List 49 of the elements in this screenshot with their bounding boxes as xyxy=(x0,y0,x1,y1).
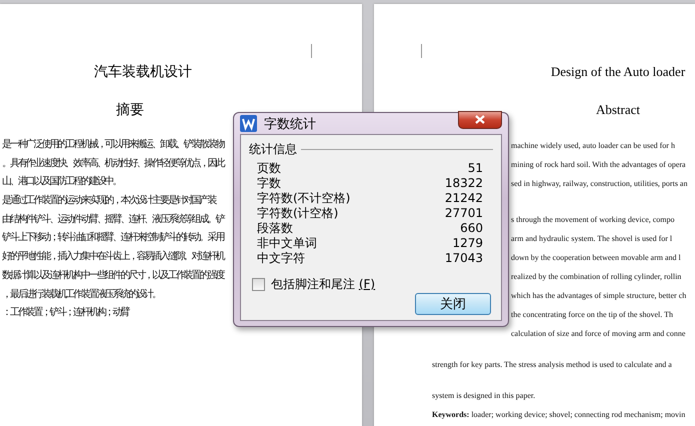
close-icon xyxy=(475,115,485,124)
body-text-line: sed in highway, railway, construction, utilities, ports an xyxy=(511,178,688,190)
body-text-line: arm and hydraulic system. The shovel is used for l xyxy=(511,233,672,245)
stat-label: 字数 xyxy=(257,176,281,190)
section-heading: Abstract xyxy=(596,102,640,118)
stat-value: 27701 xyxy=(444,206,483,220)
body-text-line: 数据计算以及连杆机构中一些组件的尺寸，以及工作装置的强度 xyxy=(2,268,224,283)
footnotes-checkbox[interactable] xyxy=(252,278,265,291)
stat-label: 页数 xyxy=(257,160,281,174)
stat-label: 非中文单词 xyxy=(257,236,317,250)
body-text-line: 由结构件铲斗、运动件动臂、摇臂、连杆、液压系统等组成。铲 xyxy=(2,212,224,227)
checkbox-label[interactable]: 包括脚注和尾注 (F) xyxy=(271,276,376,293)
stat-value: 660 xyxy=(460,220,483,234)
section-heading: 摘要 xyxy=(116,101,144,119)
body-text-line: ：工作装置；铲斗；连杆机构；动臂 xyxy=(2,306,128,320)
stat-label: 中文字符 xyxy=(257,250,305,264)
stat-value: 17043 xyxy=(444,250,483,264)
dialog-title: 字数统计 xyxy=(264,116,317,132)
stat-label: 段落数 xyxy=(257,220,293,234)
document-title: 汽车装载机设计 xyxy=(94,63,192,81)
body-text-line: which has the advantages of simple structure, better ch xyxy=(511,290,686,302)
stat-value: 51 xyxy=(468,160,483,174)
keywords-line: Keywords: loader; working device; shovel; connecting rod mechanism; movin xyxy=(432,409,686,421)
body-text-line: realized by the combination of rolling cylinder, rollin xyxy=(511,271,682,283)
body-text-line: 铲斗上下移动；转斗油缸和摇臂、连杆来控制铲斗的转动。采用 xyxy=(2,230,224,246)
body-text-line: calculation of size and force of moving arm and conne xyxy=(511,328,686,340)
body-text-line: system is designed in this paper. xyxy=(432,390,536,402)
body-text-line: 山、港口以及国防工程的建设中。 xyxy=(2,174,121,190)
close-button[interactable] xyxy=(458,110,502,128)
body-text-line: 是一种广泛使用的工程机械，可以用来搬运、卸载、铲装散装物 xyxy=(2,138,224,152)
stat-value: 18322 xyxy=(444,176,483,190)
document-title: Design of the Auto loader xyxy=(550,64,686,80)
stat-label: 字符数(计空格) xyxy=(257,206,338,220)
body-text-line: machine widely used, auto loader can be used for h xyxy=(511,140,675,152)
body-text-line: 好的平地性能，插入力集中在斗齿上，容易插入缝隙。对连杆机 xyxy=(2,250,224,264)
group-label: 统计信息 xyxy=(249,140,297,158)
body-text-line: strength for key parts. The stress analysis method is used to calculate and a xyxy=(432,359,672,371)
body-text-line: down by the cooperation between movable arm and l xyxy=(511,252,681,264)
body-text-line: the concentrating force on the tip of the shovel. Th xyxy=(511,309,674,321)
stat-value: 21242 xyxy=(444,190,483,204)
stat-label: 字符数(不计空格) xyxy=(257,190,350,204)
close-dialog-button[interactable]: 关闭 xyxy=(415,293,491,315)
body-text-line: s through the movement of working device, compo xyxy=(511,214,675,226)
body-text-line: mining of rock hard soil. With the advantages of opera xyxy=(511,159,686,171)
body-text-line: 。具有作业速度快、效率高、机动性好、操作轻便等优点，因此 xyxy=(2,156,224,171)
app-logo-icon xyxy=(240,115,257,132)
body-text-line: 是通过工作装置的运动来实现的，本次设计主要是针对国产装 xyxy=(2,194,216,208)
body-text-line: ，最后进行装载机工作装置液压系统的设计。 xyxy=(2,288,160,302)
stat-value: 1279 xyxy=(452,236,483,250)
